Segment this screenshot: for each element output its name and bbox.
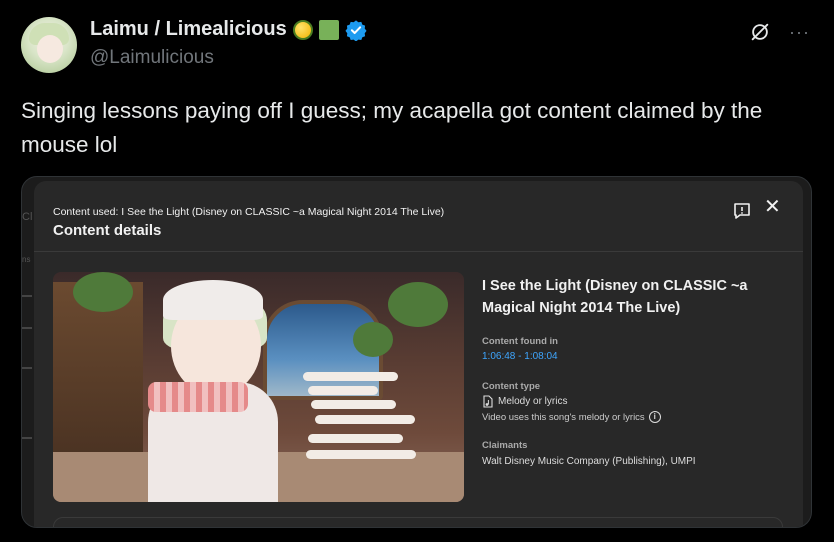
green-square-emoji-icon: [318, 19, 339, 40]
content-used-label: Content used: I See the Light (Disney on…: [53, 206, 445, 218]
content-details-dialog: Content used: I See the Light (Disney on…: [34, 181, 803, 527]
chat-bubble: [311, 400, 396, 409]
content-type-label: Content type: [482, 381, 541, 392]
video-thumbnail[interactable]: [53, 272, 464, 502]
info-icon[interactable]: i: [648, 411, 661, 423]
chat-bubble: [308, 386, 378, 395]
content-found-label: Content found in: [482, 336, 558, 347]
thumbnail-plant: [353, 322, 393, 357]
divider: [34, 251, 803, 252]
feedback-icon[interactable]: [732, 201, 752, 221]
thumbnail-plant: [388, 282, 448, 327]
author-name-row: Laimu / Limealicious: [90, 18, 367, 41]
content-found-timestamp-link[interactable]: 1:06:48 - 1:08:04: [482, 351, 558, 362]
avatar-face: [37, 35, 63, 63]
display-name[interactable]: Laimu / Limealicious: [90, 18, 287, 41]
content-type-row: Melody or lyrics: [482, 395, 567, 408]
dialog-title: Content details: [53, 222, 162, 239]
content-type-value: Melody or lyrics: [498, 396, 568, 407]
lemon-emoji-icon: [292, 19, 313, 40]
close-icon[interactable]: ✕: [764, 197, 781, 217]
verified-badge-icon[interactable]: [345, 19, 367, 41]
music-note-icon: [483, 395, 493, 408]
content-type-desc-row: Video uses this song's melody or lyrics …: [482, 411, 661, 423]
author-handle[interactable]: @Laimulicious: [90, 47, 214, 69]
character-hat: [163, 280, 263, 320]
claimants-label: Claimants: [482, 440, 528, 451]
tweet-text: Singing lessons paying off I guess; my a…: [21, 98, 763, 157]
claimants-value: Walt Disney Music Company (Publishing), …: [482, 456, 696, 467]
background-text: Cl: [22, 211, 33, 223]
content-type-desc: Video uses this song's melody or lyrics: [482, 411, 645, 423]
grok-icon[interactable]: [749, 21, 771, 43]
avatar[interactable]: [21, 17, 77, 73]
more-icon[interactable]: ···: [789, 22, 810, 43]
chat-bubble: [315, 415, 415, 424]
thumbnail-plant: [73, 272, 133, 312]
chat-bubble: [306, 450, 416, 459]
character-scarf: [148, 382, 248, 412]
song-title: I See the Light (Disney on CLASSIC ~a Ma…: [482, 278, 748, 316]
background-text: ns: [22, 255, 31, 264]
chat-bubble: [303, 372, 398, 381]
chat-bubble: [308, 434, 403, 443]
tweet-media[interactable]: Cl ns Content used: I See the Light (Dis…: [21, 176, 812, 528]
bottom-card: [53, 517, 783, 527]
